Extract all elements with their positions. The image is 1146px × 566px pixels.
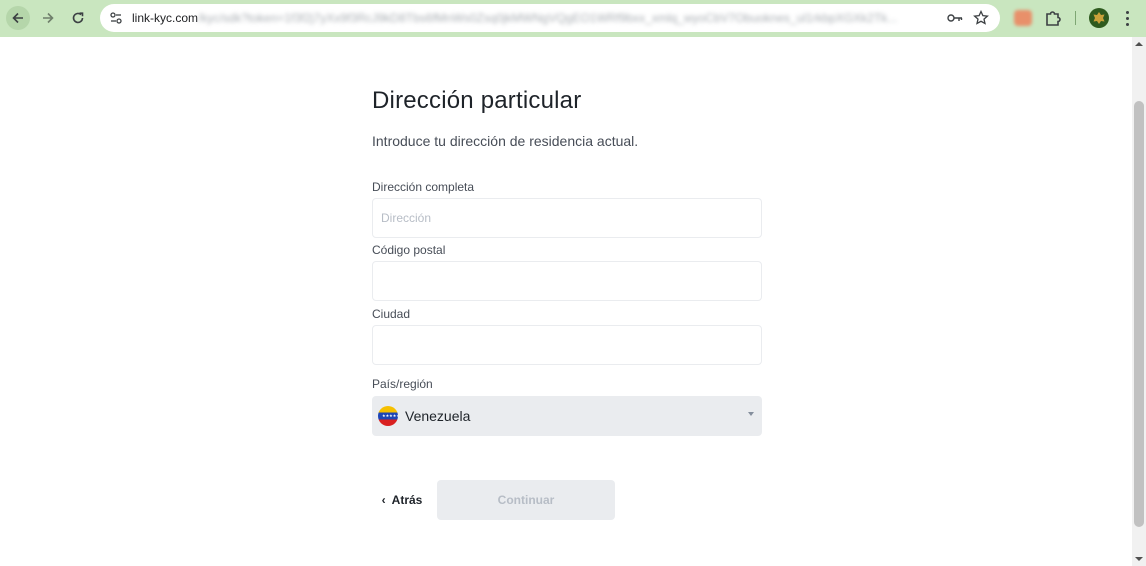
profile-avatar-icon[interactable]: [1089, 8, 1109, 28]
address-input[interactable]: [372, 198, 762, 238]
chevron-left-icon: ‹: [381, 493, 386, 507]
country-select-value: Venezuela: [405, 408, 471, 424]
city-input[interactable]: [372, 325, 762, 365]
city-label: Ciudad: [372, 307, 411, 321]
browser-menu-icon[interactable]: [1120, 8, 1134, 28]
postal-code-label: Código postal: [372, 243, 446, 257]
back-button-label: Atrás: [391, 493, 423, 507]
caret-down-icon: [748, 412, 754, 416]
browser-toolbar: link-kyc.com /kyc/sdk?token=1f3f2j7yXx9f…: [0, 0, 1146, 37]
password-key-icon[interactable]: [946, 9, 964, 27]
address-label: Dirección completa: [372, 180, 475, 194]
scroll-up-arrow-icon[interactable]: [1132, 37, 1146, 51]
extensions-puzzle-icon[interactable]: [1044, 9, 1062, 27]
scroll-down-arrow-icon[interactable]: [1132, 552, 1146, 566]
page-subtitle: Introduce tu dirección de residencia act…: [372, 133, 639, 149]
country-label: País/región: [372, 377, 433, 391]
reload-icon[interactable]: [66, 6, 90, 30]
back-button[interactable]: ‹ Atrás: [372, 480, 432, 520]
continue-button[interactable]: Continuar: [437, 480, 615, 520]
url-path: /kyc/sdk?token=1f3f2j7yXx9f3RcJ9kD8Tbs6f…: [198, 11, 898, 25]
page-scrollbar[interactable]: [1132, 37, 1146, 566]
back-arrow-icon[interactable]: [6, 6, 30, 30]
country-select[interactable]: ★★★★★ Venezuela: [372, 396, 762, 436]
forward-arrow-icon[interactable]: [36, 6, 60, 30]
bookmark-star-icon[interactable]: [972, 9, 990, 27]
site-info-icon[interactable]: [108, 10, 124, 26]
url-host: link-kyc.com: [132, 11, 199, 25]
postal-code-input[interactable]: [372, 261, 762, 301]
toolbar-divider: [1075, 11, 1076, 25]
scrollbar-thumb[interactable]: [1134, 101, 1144, 527]
venezuela-flag-icon: ★★★★★: [378, 406, 398, 426]
page-title: Dirección particular: [372, 87, 582, 114]
extension-icon[interactable]: [1014, 10, 1032, 26]
address-bar[interactable]: link-kyc.com /kyc/sdk?token=1f3f2j7yXx9f…: [100, 4, 1000, 32]
